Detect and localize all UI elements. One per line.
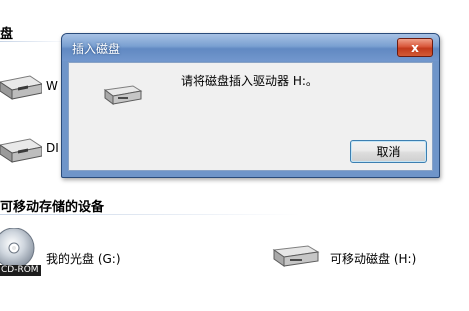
drive-label[interactable]: 可移动磁盘 (H:) (330, 250, 416, 267)
dialog-body: 请将磁盘插入驱动器 H:。 取消 (68, 62, 433, 171)
hard-drive-icon[interactable] (0, 135, 44, 168)
cancel-button-label: 取消 (376, 145, 401, 159)
drive-label[interactable]: W (46, 79, 58, 93)
removable-drive-icon[interactable] (272, 242, 320, 273)
dialog-message: 请将磁盘插入驱动器 H:。 (181, 74, 318, 88)
drive-label[interactable]: DI (46, 141, 59, 155)
cd-rom-badge: CD-ROM (0, 265, 41, 276)
close-icon: x (411, 40, 419, 55)
insert-disk-dialog: 插入磁盘 x 请将磁盘插入驱动器 H:。 取消 (61, 33, 440, 178)
close-button[interactable]: x (397, 38, 433, 57)
hard-drive-icon[interactable] (0, 72, 44, 105)
dialog-title: 插入磁盘 (72, 42, 121, 56)
cd-rom-icon[interactable]: CD-ROM (0, 227, 41, 276)
section-divider (0, 41, 70, 42)
removable-drive-icon (103, 83, 143, 110)
cancel-button[interactable]: 取消 (350, 140, 427, 163)
dialog-titlebar[interactable]: 插入磁盘 x (62, 34, 439, 61)
section-header-removable: 可移动存储的设备 (0, 200, 105, 215)
section-header-hard-drives: 盘 (0, 27, 14, 42)
section-divider (0, 214, 300, 215)
drive-label[interactable]: 我的光盘 (G:) (46, 250, 121, 267)
